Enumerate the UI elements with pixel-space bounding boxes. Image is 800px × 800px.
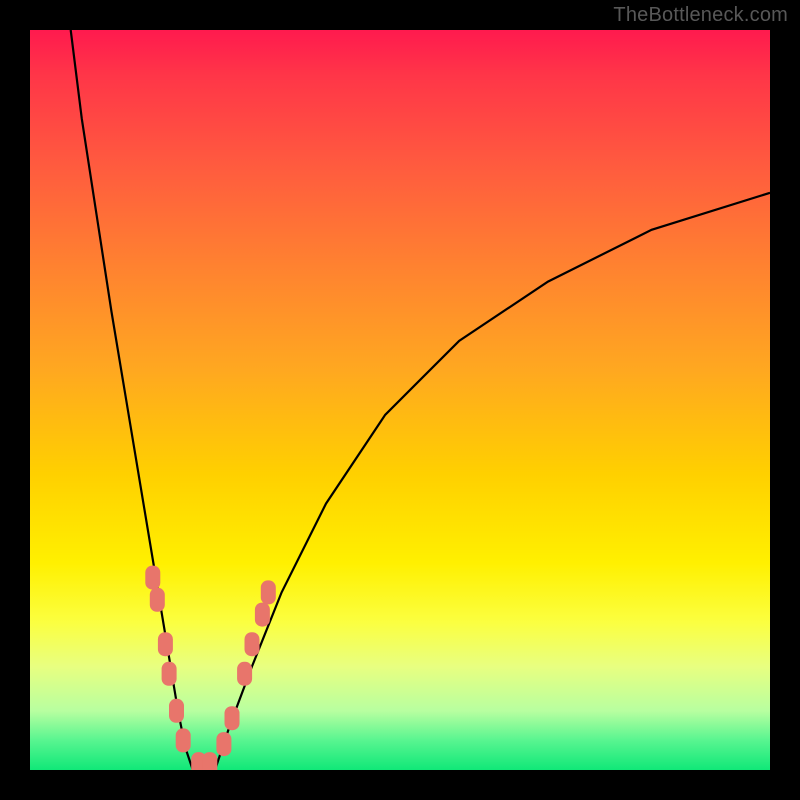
data-marker [245,632,260,656]
data-marker [150,588,165,612]
chart-container: TheBottleneck.com [0,0,800,800]
data-marker [261,580,276,604]
data-marker [145,566,160,590]
data-marker [255,603,270,627]
data-marker [202,752,217,770]
curve-right [215,193,770,770]
data-marker [162,662,177,686]
data-marker [176,728,191,752]
data-marker [158,632,173,656]
data-marker [216,732,231,756]
data-marker [237,662,252,686]
marker-group [145,566,275,770]
chart-svg [30,30,770,770]
data-marker [169,699,184,723]
watermark-text: TheBottleneck.com [613,4,788,27]
data-marker [225,706,240,730]
plot-area [30,30,770,770]
curve-left [71,30,193,770]
